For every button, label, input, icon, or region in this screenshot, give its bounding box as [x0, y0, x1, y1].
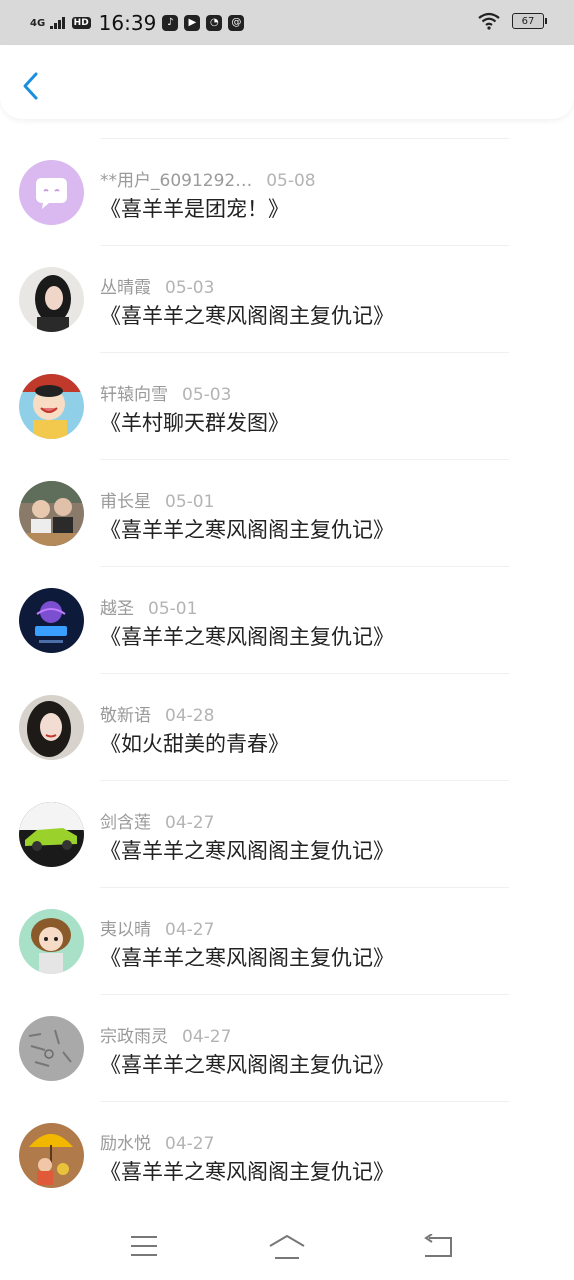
network-type: 4G — [30, 17, 46, 29]
username[interactable]: 敬新语 — [100, 706, 151, 726]
username[interactable]: 宗政雨灵 — [100, 1027, 168, 1047]
list-item[interactable]: 剑含莲 04-27 《喜羊羊之寒风阁阁主复仇记》 — [0, 780, 574, 887]
divider — [100, 780, 509, 781]
comment-meta: 敬新语 04-28 — [100, 701, 214, 726]
comment-date: 05-03 — [182, 385, 232, 405]
divider — [100, 566, 509, 567]
comment-list: **用户_6091292… 05-08 《喜羊羊是团宠！》 丛晴霞 05-03 《喜… — [0, 138, 574, 1208]
speed-icon: ◔ — [206, 14, 223, 31]
work-title[interactable]: 《喜羊羊之寒风阁阁主复仇记》 — [100, 300, 394, 330]
return-icon[interactable] — [423, 1234, 453, 1258]
comment-meta: 剑含莲 04-27 — [100, 808, 214, 833]
comment-date: 04-27 — [165, 813, 215, 833]
work-title[interactable]: 《喜羊羊之寒风阁阁主复仇记》 — [100, 942, 394, 972]
avatar[interactable] — [19, 1123, 84, 1188]
divider — [100, 994, 509, 995]
username[interactable]: 丛晴霞 — [100, 278, 151, 298]
avatar[interactable] — [19, 695, 84, 760]
username[interactable]: 越圣 — [100, 599, 134, 619]
comment-meta: 越圣 05-01 — [100, 594, 197, 619]
signal-icon: 4G — [30, 16, 66, 29]
username[interactable]: 剑含莲 — [100, 813, 151, 833]
comment-date: 04-27 — [165, 920, 215, 940]
avatar[interactable] — [19, 481, 84, 546]
home-icon[interactable] — [268, 1234, 306, 1260]
work-title[interactable]: 《喜羊羊之寒风阁阁主复仇记》 — [100, 621, 394, 651]
system-nav-bar — [0, 1218, 574, 1280]
list-item[interactable]: 轩辕向雪 05-03 《羊村聊天群发图》 — [0, 352, 574, 459]
tiktok-icon: ♪ — [162, 14, 179, 31]
work-title[interactable]: 《喜羊羊是团宠！》 — [100, 193, 289, 223]
comment-meta: 夷以晴 04-27 — [100, 915, 214, 940]
work-title[interactable]: 《羊村聊天群发图》 — [100, 407, 289, 437]
top-bar — [0, 45, 574, 119]
at-icon: @ — [228, 14, 245, 31]
list-item[interactable]: **用户_6091292… 05-08 《喜羊羊是团宠！》 — [0, 138, 574, 245]
divider — [100, 245, 509, 246]
work-title[interactable]: 《喜羊羊之寒风阁阁主复仇记》 — [100, 835, 394, 865]
comment-date: 05-03 — [165, 278, 215, 298]
hd-icon: HD — [71, 16, 91, 29]
comment-meta: 宗政雨灵 04-27 — [100, 1022, 231, 1047]
work-title[interactable]: 《喜羊羊之寒风阁阁主复仇记》 — [100, 1156, 394, 1186]
list-item[interactable]: 丛晴霞 05-03 《喜羊羊之寒风阁阁主复仇记》 — [0, 245, 574, 352]
work-title[interactable]: 《喜羊羊之寒风阁阁主复仇记》 — [100, 514, 394, 544]
comment-date: 04-27 — [165, 1134, 215, 1154]
comment-meta: 甫长星 05-01 — [100, 487, 214, 512]
username[interactable]: 轩辕向雪 — [100, 385, 168, 405]
avatar[interactable] — [19, 160, 84, 225]
avatar[interactable] — [19, 1016, 84, 1081]
comment-date: 04-28 — [165, 706, 215, 726]
list-item[interactable]: 励水悦 04-27 《喜羊羊之寒风阁阁主复仇记》 — [0, 1101, 574, 1208]
comment-meta: 丛晴霞 05-03 — [100, 273, 214, 298]
list-item[interactable]: 越圣 05-01 《喜羊羊之寒风阁阁主复仇记》 — [0, 566, 574, 673]
divider — [100, 459, 509, 460]
list-item[interactable]: 夷以晴 04-27 《喜羊羊之寒风阁阁主复仇记》 — [0, 887, 574, 994]
wifi-icon — [478, 12, 500, 30]
divider — [100, 887, 509, 888]
back-arrow-icon[interactable] — [20, 71, 42, 101]
avatar[interactable] — [19, 267, 84, 332]
avatar[interactable] — [19, 374, 84, 439]
comment-date: 04-27 — [182, 1027, 232, 1047]
work-title[interactable]: 《喜羊羊之寒风阁阁主复仇记》 — [100, 1049, 394, 1079]
divider — [100, 138, 509, 139]
menu-icon[interactable] — [130, 1234, 158, 1258]
comment-date: 05-01 — [148, 599, 198, 619]
username[interactable]: 甫长星 — [100, 492, 151, 512]
work-title[interactable]: 《如火甜美的青春》 — [100, 728, 289, 758]
battery-level: 67 — [521, 15, 535, 27]
username[interactable]: 励水悦 — [100, 1134, 151, 1154]
comment-date: 05-01 — [165, 492, 215, 512]
clock: 16:39 — [98, 10, 157, 35]
avatar[interactable] — [19, 588, 84, 653]
comment-date: 05-08 — [266, 171, 316, 191]
comment-meta: **用户_6091292… 05-08 — [100, 166, 316, 191]
divider — [100, 673, 509, 674]
video-icon: ▶ — [184, 14, 201, 31]
battery-icon: 67 — [512, 13, 547, 29]
list-item[interactable]: 敬新语 04-28 《如火甜美的青春》 — [0, 673, 574, 780]
avatar[interactable] — [19, 802, 84, 867]
avatar[interactable] — [19, 909, 84, 974]
username[interactable]: **用户_6091292… — [100, 171, 252, 191]
divider — [100, 1101, 509, 1102]
list-item[interactable]: 甫长星 05-01 《喜羊羊之寒风阁阁主复仇记》 — [0, 459, 574, 566]
status-bar: 4G HD 16:39 ♪ ▶ ◔ @ 67 — [0, 0, 574, 45]
divider — [100, 352, 509, 353]
comment-meta: 轩辕向雪 05-03 — [100, 380, 231, 405]
username[interactable]: 夷以晴 — [100, 920, 151, 940]
comment-meta: 励水悦 04-27 — [100, 1129, 214, 1154]
list-item[interactable]: 宗政雨灵 04-27 《喜羊羊之寒风阁阁主复仇记》 — [0, 994, 574, 1101]
